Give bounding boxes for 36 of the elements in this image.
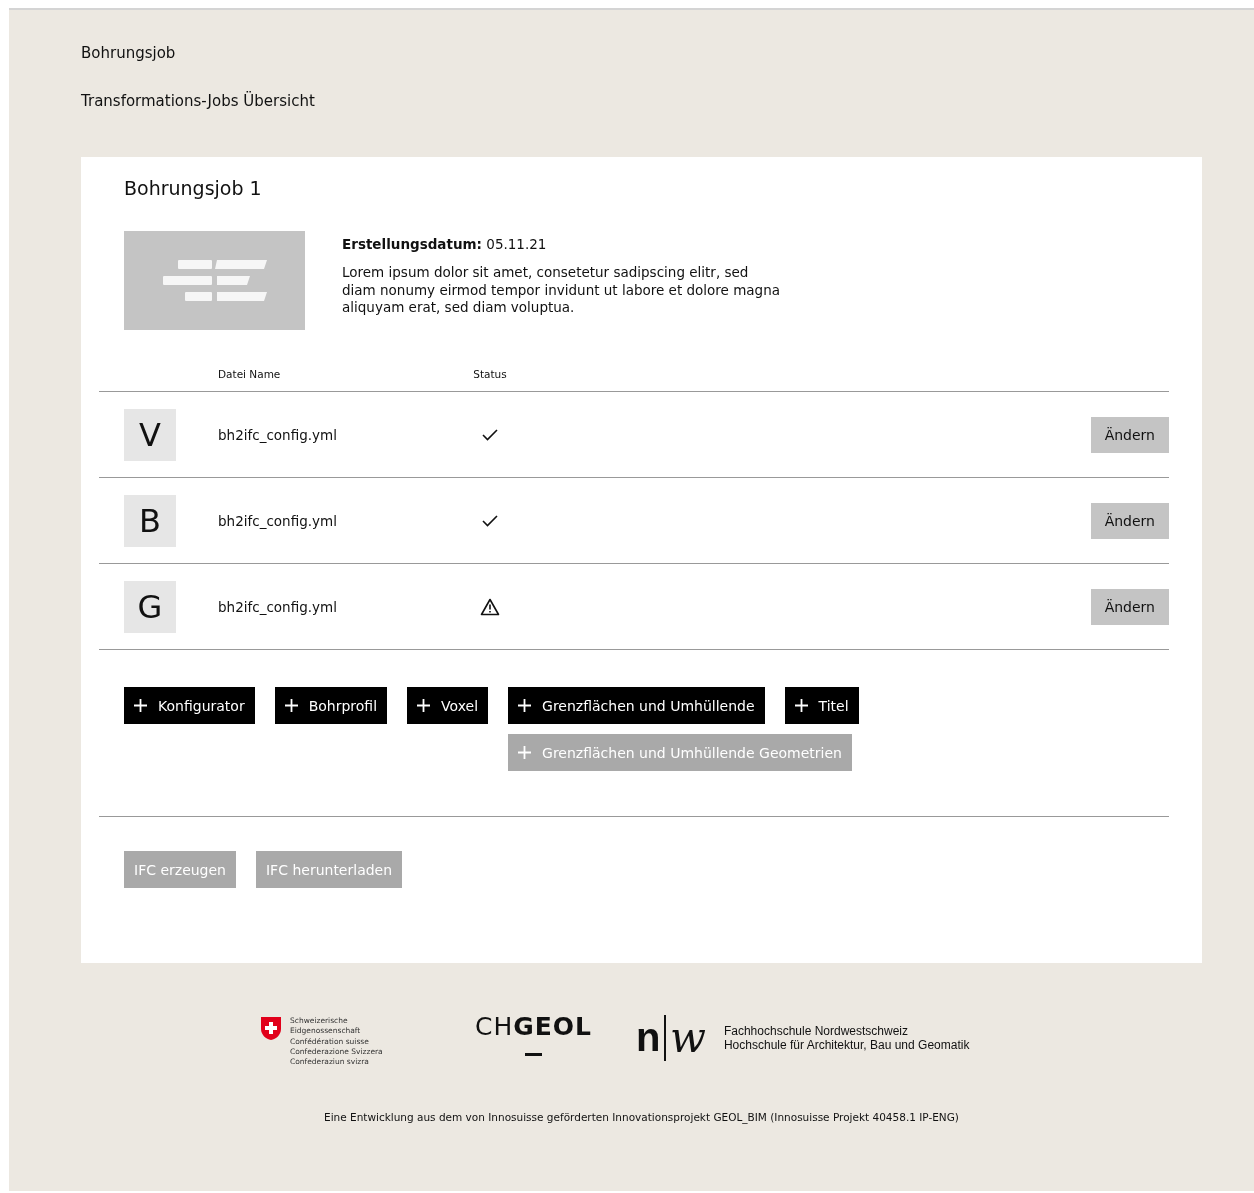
file-type-badge: B: [124, 494, 176, 547]
job-description: Lorem ipsum dolor sit amet, consetetur sadipscing elitr, sed diam nonumy eirmod tempor invidunt ut labore et dolore magna aliquyam erat, sed diam voluptua.: [342, 264, 781, 317]
plus-icon: [284, 699, 298, 712]
job-title: Bohrungsjob 1: [123, 177, 263, 199]
plus-icon: [518, 699, 532, 712]
add-button[interactable]: Titel: [784, 687, 859, 724]
creation-date: Erstellungsdatum: 05.11.21: [342, 236, 548, 252]
logo-text: w: [670, 1013, 706, 1062]
file-name: bh2ifc_config.yml: [218, 512, 338, 529]
edit-button[interactable]: Ändern: [1090, 588, 1169, 625]
add-button[interactable]: Grenzflächen und Umhüllende: [508, 687, 765, 724]
plus-icon: [417, 699, 431, 712]
plus-icon: [134, 699, 147, 712]
edit-button[interactable]: Ändern: [1090, 502, 1169, 539]
add-button[interactable]: Voxel: [407, 687, 489, 724]
swiss-shield-icon: [260, 1016, 282, 1041]
logo-text: n: [636, 1015, 661, 1060]
column-header: Datei Name: [218, 368, 282, 382]
file-name: bh2ifc_config.yml: [218, 426, 338, 443]
edit-button[interactable]: Ändern: [1090, 416, 1169, 453]
column-header: Status: [472, 368, 508, 382]
logo-text: Hochschule für Architektur, Bau und Geomatik: [723, 1037, 970, 1052]
file-name: bh2ifc_config.yml: [218, 598, 338, 615]
plus-icon: [794, 699, 808, 712]
logo-text: CHGEOL: [475, 1012, 593, 1041]
logo-text: Fachhochschule Nordwestschweiz: [723, 1023, 910, 1038]
logo-divider-icon: [664, 1014, 666, 1061]
logo-dash-icon: [525, 1053, 542, 1056]
plus-icon: [518, 746, 532, 759]
add-button[interactable]: Konfigurator: [124, 687, 255, 724]
add-button[interactable]: Bohrprofil: [274, 687, 388, 724]
file-type-badge: G: [124, 580, 176, 633]
breadcrumb-link[interactable]: Bohrungsjob: [81, 44, 176, 62]
breadcrumb-link[interactable]: Transformations-Jobs Übersicht: [81, 92, 315, 110]
footer-note: Eine Entwicklung aus dem von Innosuisse geförderten Innovationsprojekt GEOL_BIM (Innosuisse Projekt 40458.1 IP-ENG): [323, 1111, 960, 1124]
file-type-badge: V: [124, 408, 176, 461]
